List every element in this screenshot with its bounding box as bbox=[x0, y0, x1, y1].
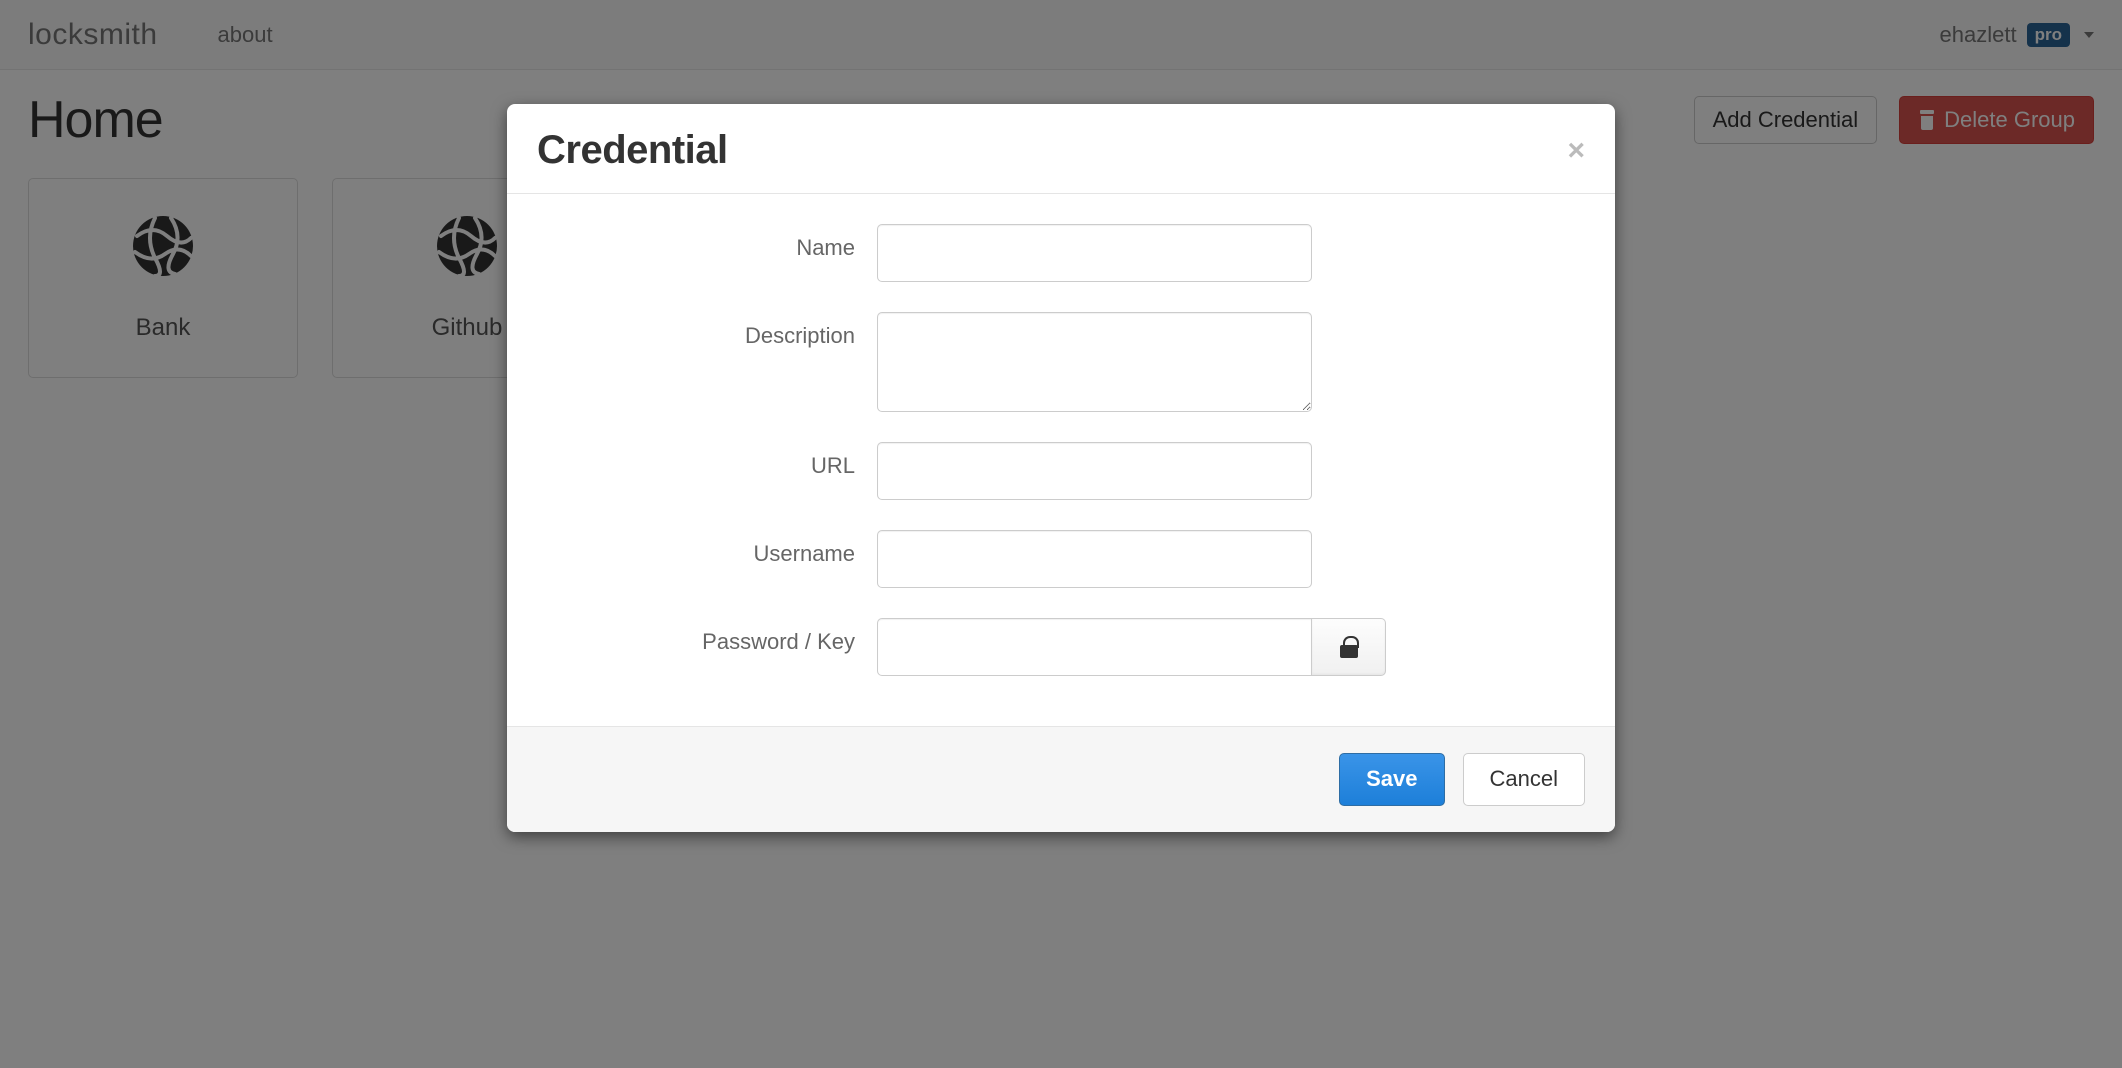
cancel-button[interactable]: Cancel bbox=[1463, 753, 1585, 806]
url-label: URL bbox=[537, 442, 877, 479]
modal-title: Credential bbox=[537, 128, 728, 173]
modal-body: Name Description URL Username Password /… bbox=[507, 194, 1615, 726]
save-button[interactable]: Save bbox=[1339, 753, 1444, 806]
url-input[interactable] bbox=[877, 442, 1312, 500]
password-input[interactable] bbox=[877, 618, 1312, 676]
username-label: Username bbox=[537, 530, 877, 567]
credential-modal: Credential × Name Description URL Userna… bbox=[507, 104, 1615, 832]
modal-position: Credential × Name Description URL Userna… bbox=[0, 0, 2122, 1068]
password-label: Password / Key bbox=[537, 618, 877, 655]
modal-header: Credential × bbox=[507, 104, 1615, 194]
name-input[interactable] bbox=[877, 224, 1312, 282]
description-label: Description bbox=[537, 312, 877, 349]
close-icon[interactable]: × bbox=[1567, 136, 1585, 166]
lock-icon bbox=[1340, 636, 1358, 658]
username-input[interactable] bbox=[877, 530, 1312, 588]
password-lock-button[interactable] bbox=[1312, 618, 1386, 676]
modal-footer: Save Cancel bbox=[507, 726, 1615, 832]
description-textarea[interactable] bbox=[877, 312, 1312, 412]
name-label: Name bbox=[537, 224, 877, 261]
